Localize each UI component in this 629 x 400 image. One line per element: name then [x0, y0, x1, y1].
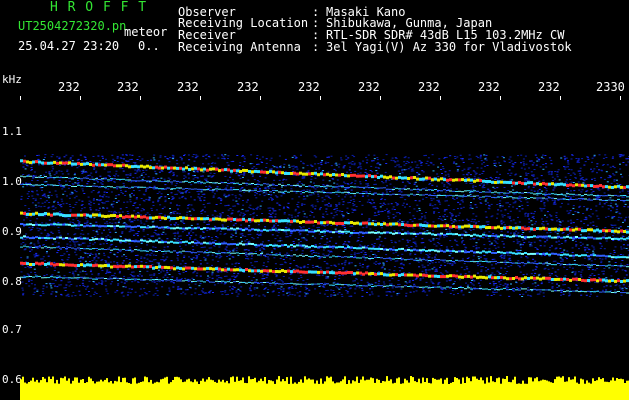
y-unit-label: kHz: [2, 73, 22, 86]
x-tick: 232: [418, 80, 440, 94]
x-tick-marks: [20, 96, 621, 100]
x-tick: 232: [177, 80, 199, 94]
x-tick: 232: [358, 80, 380, 94]
antenna-label: Receiving Antenna: [178, 40, 301, 54]
antenna-value: 3el Yagi(V) Az 330 for Vladivostok: [326, 40, 572, 54]
x-tick: 232: [298, 80, 320, 94]
amplitude-strip: [20, 376, 629, 400]
file-name: UT2504272320.pn: [18, 19, 127, 33]
date-time: 25.04.27 23:20: [18, 39, 120, 53]
app-title: H R O F F T: [50, 0, 148, 15]
x-tick: 232: [237, 80, 259, 94]
spectrogram: [20, 96, 629, 400]
x-tick-end: 2330: [596, 80, 625, 94]
x-tick: 232: [58, 80, 80, 94]
colon: :: [312, 40, 320, 54]
x-tick: 232: [538, 80, 560, 94]
count-label: 0..: [138, 39, 160, 53]
x-tick: 232: [478, 80, 500, 94]
x-tick: 232: [117, 80, 139, 94]
file-type: meteor: [124, 25, 168, 39]
